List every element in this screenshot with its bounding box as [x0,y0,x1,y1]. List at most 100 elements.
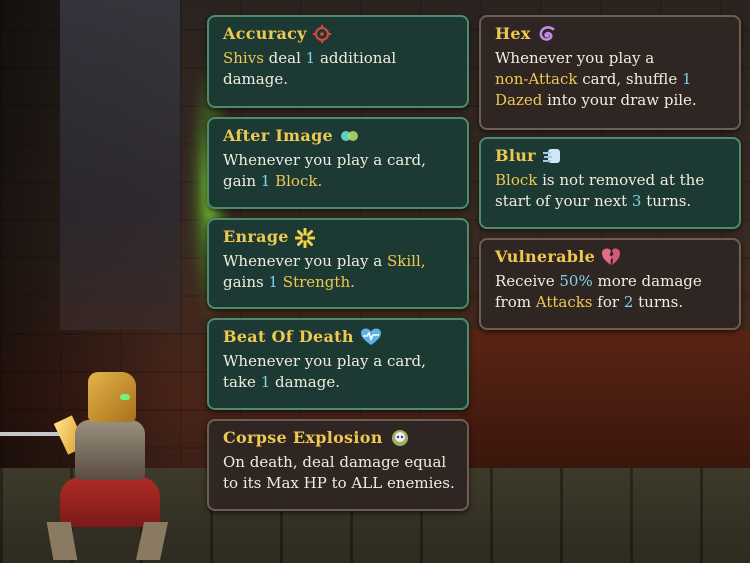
tooltip-title: Beat Of Death [223,327,455,347]
tooltip-enrage: Enrage Whenever you play a Skill, gains 1 … [207,218,469,309]
description-line: take 1 damage. [223,372,455,393]
number-text: 1 [682,70,692,88]
tooltip-blur: Blur Block is not removed at the start of … [479,137,741,229]
plain-text: turns. [641,192,692,210]
description-line: gain 1 Block. [223,171,455,192]
tooltip-description: Block is not removed at the start of your… [495,170,727,212]
plain-text: start of your next [495,192,632,210]
tooltip-title-text: Hex [495,24,531,43]
keyword-text: Shivs [223,49,264,67]
description-line: Shivs deal 1 additional [223,48,455,69]
keyword-text: Attacks [535,293,593,311]
plain-text: deal [263,49,306,67]
tooltip-description: Whenever you play a Skill, gains 1 Streng… [223,251,455,293]
tooltip-description: On death, deal damage equal to its Max HP… [223,452,455,494]
keyword-text: Block. [275,172,323,190]
description-line: Receive 50% more damage [495,271,727,292]
plain-text: Whenever you play a card, [223,151,426,169]
enrage-icon [294,227,316,249]
number-text: 2 [623,293,634,311]
tooltip-vulnerable: Vulnerable Receive 50% more damage from At… [479,238,741,330]
number-text: 1 [268,273,279,291]
tooltip-description: Whenever you play a card, take 1 damage. [223,351,455,393]
tooltip-title-text: Beat Of Death [223,327,354,346]
stone-pillar [60,0,180,330]
tooltip-title-text: Corpse Explosion [223,428,383,447]
plain-text: more damage [592,272,702,290]
tooltip-title: After Image [223,126,455,146]
keyword-text: Skill, [387,252,426,270]
description-line: Whenever you play a Skill, [223,251,455,272]
afterimage-icon [339,127,359,145]
description-line: to its Max HP to ALL enemies. [223,473,455,494]
tooltip-title-text: Enrage [223,227,289,246]
tooltip-description: Whenever you play a non-Attack card, shuf… [495,48,727,111]
plain-text: is not removed at the [537,171,705,189]
player-character[interactable] [0,372,190,563]
plain-text: gains [223,273,269,291]
tooltip-title: Blur [495,146,727,166]
tooltip-title: Hex [495,24,727,44]
tooltip-accuracy: Accuracy Shivs deal 1 additional damage. [207,15,469,108]
hex-swirl-icon [537,25,555,43]
tooltip-description: Whenever you play a card, gain 1 Block. [223,150,455,192]
tooltip-hex: Hex Whenever you play a non-Attack card, s… [479,15,741,130]
keyword-text: Strength. [282,273,355,291]
plain-text: gain [223,172,261,190]
number-text: 1 [305,49,316,67]
number-text: 1 [260,172,271,190]
tooltip-title-text: Blur [495,146,536,165]
description-line: On death, deal damage equal [223,452,455,473]
description-line: Whenever you play a [495,48,727,69]
tooltip-description: Receive 50% more damage from Attacks for … [495,271,727,313]
broken-heart-icon [601,248,621,266]
tooltip-description: Shivs deal 1 additional damage. [223,48,455,90]
plain-text: for [592,293,624,311]
plain-text: from [495,293,536,311]
plain-text: Whenever you play a card, [223,352,426,370]
plain-text: to its Max HP to ALL enemies. [223,474,455,492]
keyword-text: Block [495,171,538,189]
keyword-text: non-Attack [495,70,578,88]
heartbeat-icon [360,328,381,346]
plain-text: Whenever you play a [495,49,655,67]
character-pants [60,477,160,527]
description-line: start of your next 3 turns. [495,191,727,212]
character-leg-right [135,522,169,560]
description-line: Whenever you play a card, [223,150,455,171]
description-line: gains 1 Strength. [223,272,455,293]
description-line: non-Attack card, shuffle 1 [495,69,727,90]
description-line: Block is not removed at the [495,170,727,191]
tooltip-title-text: After Image [223,126,334,145]
tooltip-corpse-explosion: Corpse Explosion On death, deal damage eq… [207,419,469,511]
plain-text: additional [315,49,397,67]
tooltip-title: Accuracy [223,24,455,44]
tooltip-beat-of-death: Beat Of Death Whenever you play a card, ta… [207,318,469,410]
plain-text: into your draw pile. [542,91,697,109]
description-line: from Attacks for 2 turns. [495,292,727,313]
keyword-text: Dazed [495,91,543,109]
rubble-wall [460,330,750,470]
character-eye [120,394,130,400]
tooltip-title: Vulnerable [495,247,727,267]
plain-text: damage. [223,70,288,88]
plain-text: damage. [270,373,340,391]
plain-text: Whenever you play a [223,252,388,270]
number-text: 3 [631,192,642,210]
plain-text: take [223,373,261,391]
skull-burst-icon [389,429,408,447]
description-line: Whenever you play a card, [223,351,455,372]
plain-text: Receive [495,272,560,290]
tooltip-title: Corpse Explosion [223,428,455,448]
plain-text: card, shuffle [577,70,683,88]
plain-text: turns. [633,293,684,311]
crosshair-icon [312,25,331,43]
tooltip-title-text: Vulnerable [495,247,596,266]
blur-icon [542,147,560,165]
tooltip-after-image: After Image Whenever you play a card, gain… [207,117,469,209]
character-leg-left [46,522,78,560]
description-line: damage. [223,69,455,90]
description-line: Dazed into your draw pile. [495,90,727,111]
character-torso [75,420,145,480]
plain-text: On death, deal damage equal [223,453,447,471]
